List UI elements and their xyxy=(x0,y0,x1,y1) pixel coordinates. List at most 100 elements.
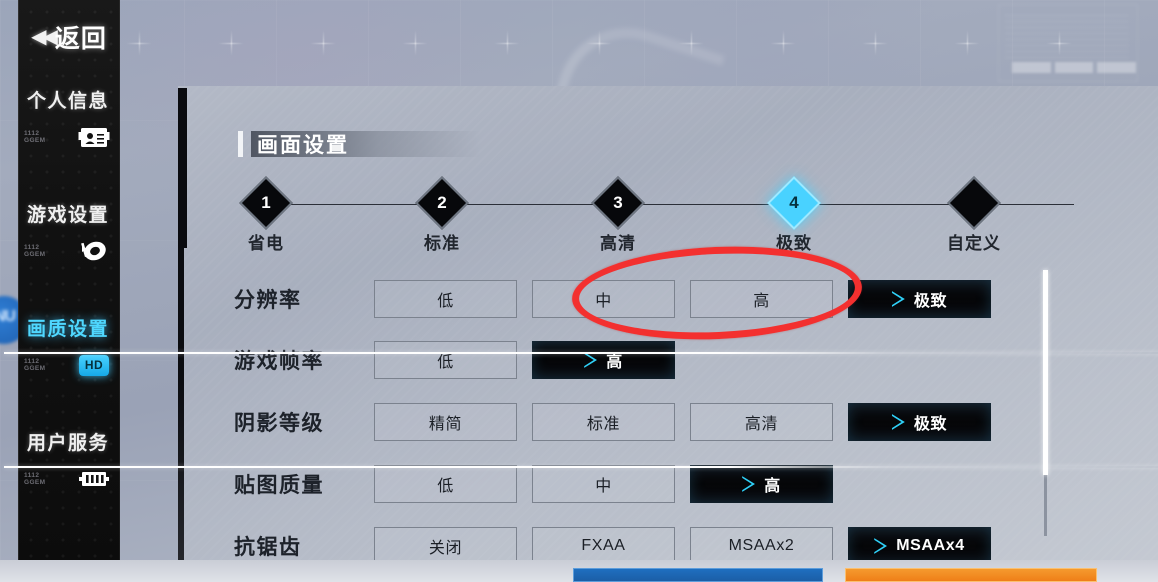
option-group: 低 高 xyxy=(374,341,675,379)
option-label: 极致 xyxy=(913,416,948,433)
play-triangle-icon xyxy=(892,414,905,430)
option-button[interactable]: 精简 xyxy=(374,403,517,441)
row-label: 贴图质量 xyxy=(234,474,324,497)
sidebar-divider-bottom xyxy=(4,466,1158,468)
sidebar-item-user-service[interactable]: 用户服务 1112 GGEM xyxy=(19,416,119,530)
sidebar-item-graphics-settings[interactable]: 画质设置 1112 GGEM HD xyxy=(19,302,119,416)
sparkle-icon xyxy=(586,30,612,56)
hd-badge-icon: HD xyxy=(77,350,111,380)
stepper-step-3[interactable]: 3 高清 xyxy=(563,176,673,254)
stepper-step-label: 极致 xyxy=(776,234,812,253)
sidebar-item-label: 画质设置 xyxy=(26,319,109,340)
option-group: 低 中 高 极致 xyxy=(374,280,991,318)
sidebar-watermark: 1112 GGEM xyxy=(24,472,46,486)
option-button-selected[interactable]: MSAAx4 xyxy=(848,527,991,560)
id-card-icon xyxy=(77,122,111,152)
back-button-label: 返回 xyxy=(54,25,107,53)
stepper-step-2[interactable]: 2 标准 xyxy=(387,176,497,254)
option-button[interactable]: 高 xyxy=(690,280,833,318)
stepper-step-label: 标准 xyxy=(424,234,460,253)
row-label: 抗锯齿 xyxy=(234,536,302,559)
option-label: 极致 xyxy=(913,293,948,310)
option-button-selected[interactable]: 极致 xyxy=(848,403,991,441)
diamond-icon: 3 xyxy=(591,176,645,230)
stepper-step-label: 高清 xyxy=(600,234,636,253)
server-rack-icon xyxy=(77,464,111,494)
option-button[interactable]: 中 xyxy=(532,465,675,503)
diamond-icon xyxy=(947,176,1001,230)
stepper-step-label: 自定义 xyxy=(947,234,1001,253)
stepper-step-number: 4 xyxy=(789,193,799,212)
play-triangle-icon xyxy=(742,476,755,492)
sidebar-divider-top xyxy=(4,352,1158,354)
option-group: 关闭 FXAA MSAAx2 MSAAx4 xyxy=(374,527,991,560)
option-button[interactable]: 低 xyxy=(374,465,517,503)
sidebar-item-label: 游戏设置 xyxy=(26,205,109,226)
settings-row-shadow: 阴影等级 精简 标准 高清 极致 xyxy=(178,391,1158,453)
sidebar-watermark: 1112 GGEM xyxy=(24,130,46,144)
stepper-step-1[interactable]: 1 省电 xyxy=(211,176,321,254)
panel-title-accent-bar xyxy=(238,131,243,157)
panel-left-border-cap xyxy=(178,88,187,248)
option-label: 高 xyxy=(764,478,781,495)
hd-badge-label: HD xyxy=(79,354,109,376)
option-button[interactable]: 高清 xyxy=(690,403,833,441)
sparkle-icon xyxy=(218,30,244,56)
sidebar-watermark: 1112 GGEM xyxy=(24,244,46,258)
row-label: 阴影等级 xyxy=(234,412,324,435)
settings-row-framerate: 游戏帧率 低 高 xyxy=(178,329,1158,391)
sidebar-item-game-settings[interactable]: 游戏设置 1112 GGEM xyxy=(19,188,119,302)
sidebar-item-label: 个人信息 xyxy=(26,91,109,112)
back-button[interactable]: ◀◀ 返回 xyxy=(19,0,119,74)
option-button[interactable]: 中 xyxy=(532,280,675,318)
sparkle-icon xyxy=(862,30,888,56)
background-hud-chips xyxy=(1012,62,1137,73)
play-triangle-icon xyxy=(874,538,887,554)
gear-coin-icon xyxy=(77,236,111,266)
sparkle-icon xyxy=(310,30,336,56)
settings-row-texture: 贴图质量 低 中 高 xyxy=(178,453,1158,515)
diamond-icon: 1 xyxy=(239,176,293,230)
stepper-step-4[interactable]: 4 极致 xyxy=(739,176,849,254)
sidebar-item-label: 用户服务 xyxy=(26,433,109,454)
option-button-selected[interactable]: 高 xyxy=(532,341,675,379)
sidebar: ◀◀ 返回 个人信息 1112 GGEM 游戏设置 1112 GGEM 画质设置… xyxy=(18,0,120,582)
diamond-icon: 4 xyxy=(767,176,821,230)
option-button-selected[interactable]: 高 xyxy=(690,465,833,503)
row-label: 分辨率 xyxy=(234,289,302,312)
bottom-primary-button[interactable] xyxy=(573,568,823,582)
sidebar-watermark: 1112 GGEM xyxy=(24,358,46,372)
sparkle-icon xyxy=(954,30,980,56)
option-button-selected[interactable]: 极致 xyxy=(848,280,991,318)
option-button[interactable]: FXAA xyxy=(532,527,675,560)
sparkle-icon xyxy=(126,30,152,56)
bottom-secondary-button[interactable] xyxy=(845,568,1097,582)
option-group: 精简 标准 高清 极致 xyxy=(374,403,991,441)
sparkle-icon xyxy=(678,30,704,56)
sparkle-icon xyxy=(770,30,796,56)
row-label: 游戏帧率 xyxy=(234,350,324,373)
option-button[interactable]: 关闭 xyxy=(374,527,517,560)
sidebar-item-profile[interactable]: 个人信息 1112 GGEM xyxy=(19,74,119,188)
stepper-step-label: 省电 xyxy=(248,234,284,253)
sparkle-icon xyxy=(1046,30,1072,56)
settings-row-resolution: 分辨率 低 中 高 极致 xyxy=(178,268,1158,330)
game-settings-screen: NU ◀◀ 返回 个人信息 1112GGEM xyxy=(0,0,1158,582)
option-button[interactable]: 低 xyxy=(374,280,517,318)
stepper-step-number: 1 xyxy=(261,193,271,212)
stepper-step-custom[interactable]: 自定义 xyxy=(919,176,1029,254)
play-triangle-icon xyxy=(584,352,597,368)
option-button[interactable]: MSAAx2 xyxy=(690,527,833,560)
panel-title-text: 画面设置 xyxy=(257,134,349,157)
sparkle-icon xyxy=(494,30,520,56)
settings-row-antialiasing: 抗锯齿 关闭 FXAA MSAAx2 MSAAx4 xyxy=(178,515,1158,560)
sparkle-icon xyxy=(402,30,428,56)
panel-title: 画面设置 xyxy=(238,130,481,158)
play-triangle-icon xyxy=(892,291,905,307)
option-button[interactable]: 低 xyxy=(374,341,517,379)
graphics-settings-panel: 画面设置 1 省电 2 标准 3 高清 4 极致 自定义 分辨率 低 中 高 极… xyxy=(178,86,1158,560)
option-button[interactable]: 标准 xyxy=(532,403,675,441)
option-label: MSAAx4 xyxy=(896,537,965,554)
scrollbar-thumb[interactable] xyxy=(1043,270,1048,475)
double-chevron-left-icon: ◀◀ xyxy=(31,26,58,48)
